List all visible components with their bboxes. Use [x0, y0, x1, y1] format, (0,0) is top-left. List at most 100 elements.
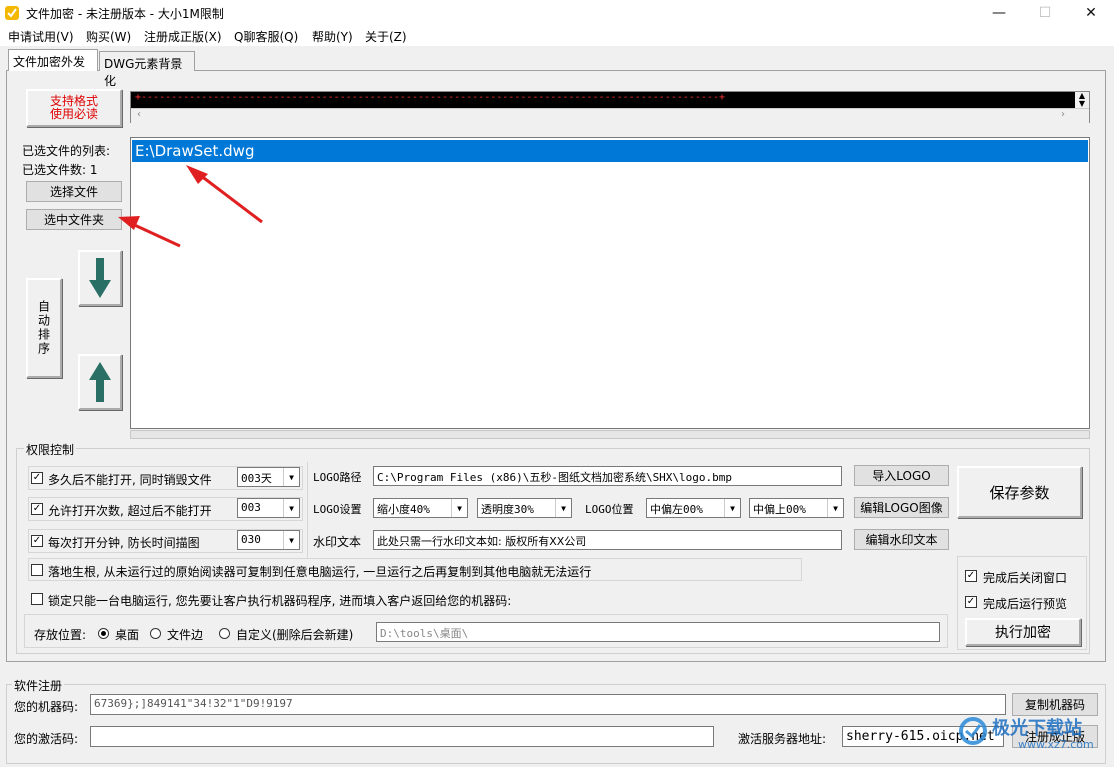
permissions-group-title: 权限控制: [24, 441, 77, 458]
logo-pos-top-value: 中偏上00%: [753, 503, 806, 516]
menu-register[interactable]: 注册成正版(X): [144, 28, 222, 45]
annotation-arrows: [118, 165, 263, 248]
supported-formats-button[interactable]: 支持格式 使用必读: [26, 89, 122, 127]
site-logo-icon: [959, 717, 987, 745]
tab-file-encrypt[interactable]: 文件加密外发: [8, 49, 98, 71]
run-encrypt-button[interactable]: 执行加密: [965, 618, 1081, 646]
chevron-down-icon: ▼: [724, 499, 740, 517]
logo-opacity-select[interactable]: 透明度30% ▼: [477, 498, 572, 518]
scroll-left-icon[interactable]: ‹: [137, 109, 141, 120]
marquee-text: +---------------------------------------…: [135, 92, 726, 103]
chevron-down-icon: ▼: [283, 468, 299, 486]
menu-help[interactable]: 帮助(Y): [312, 28, 353, 45]
marquee-box: +---------------------------------------…: [130, 91, 1090, 123]
preview-after-label: 完成后运行预览: [983, 597, 1068, 611]
root-option-label: 落地生根, 从未运行过的原始阅读器可复制到任意电脑运行, 一旦运行之后再复制到其…: [48, 565, 592, 579]
site-watermark-text: 极光下载站: [992, 718, 1082, 739]
minutes-value: 030: [241, 533, 261, 546]
close-after-checkbox[interactable]: ✓: [965, 570, 977, 582]
arrow-up-icon: [89, 362, 111, 402]
logo-scale-value: 缩小度40%: [377, 503, 430, 516]
divider: [307, 462, 308, 558]
menu-apply-trial[interactable]: 申请试用(V): [8, 28, 74, 45]
loc-custom-radio[interactable]: [219, 628, 230, 639]
select-folder-button[interactable]: 选中文件夹: [26, 209, 122, 230]
open-count-value: 003: [241, 501, 261, 514]
logo-path-label: LOGO路径: [313, 471, 362, 484]
logo-position-label: LOGO位置: [585, 503, 634, 516]
edit-logo-button[interactable]: 编辑LOGO图像: [854, 497, 949, 518]
file-list-hscrollbar[interactable]: [130, 430, 1090, 439]
menu-buy[interactable]: 购买(W): [86, 28, 131, 45]
lock-option-checkbox[interactable]: [31, 593, 43, 605]
chevron-down-icon: ▼: [555, 499, 571, 517]
loc-desktop-radio[interactable]: [98, 628, 109, 639]
logo-pos-left-value: 中偏左00%: [650, 503, 703, 516]
site-watermark: 极光下载站 www.xz7.com: [958, 714, 1108, 764]
close-after-label: 完成后关闭窗口: [983, 571, 1068, 585]
file-count-label: 已选文件数: 1: [22, 163, 98, 177]
server-address-label: 激活服务器地址:: [738, 732, 827, 746]
expire-label: 多久后不能打开, 同时销毁文件: [48, 473, 212, 487]
formats-line-2: 使用必读: [49, 107, 98, 121]
save-params-button[interactable]: 保存参数: [957, 466, 1082, 518]
registration-group-title: 软件注册: [12, 677, 65, 694]
maximize-button[interactable]: ☐: [1022, 0, 1068, 26]
close-button[interactable]: ✕: [1068, 0, 1114, 26]
loc-file-side-radio[interactable]: [150, 628, 161, 639]
custom-path-input[interactable]: D:\tools\桌面\: [376, 622, 940, 642]
chevron-down-icon: ▼: [827, 499, 843, 517]
loc-file-side-label: 文件边: [167, 628, 204, 642]
logo-opacity-value: 透明度30%: [481, 503, 534, 516]
tab-dwg-background[interactable]: DWG元素背景化: [99, 51, 195, 88]
marquee-hscrollbar[interactable]: ‹ ›: [131, 108, 1089, 123]
app-window: 文件加密 - 未注册版本 - 大小1M限制 — ☐ ✕ 申请试用(V) 购买(W…: [0, 0, 1114, 767]
import-logo-button[interactable]: 导入LOGO: [854, 465, 949, 486]
open-count-select[interactable]: 003 ▼: [237, 498, 300, 518]
chevron-down-icon: ▼: [451, 499, 467, 517]
minimize-button[interactable]: —: [976, 0, 1022, 26]
chevron-down-icon: ▼: [283, 499, 299, 517]
scroll-right-icon[interactable]: ›: [1061, 109, 1065, 120]
menu-about[interactable]: 关于(Z): [365, 28, 407, 45]
root-option-checkbox[interactable]: [31, 564, 43, 576]
menu-qq-support[interactable]: Q聊客服(Q): [234, 28, 298, 45]
loc-desktop-label: 桌面: [115, 628, 140, 642]
watermark-text-input[interactable]: 此处只需一行水印文本如: 版权所有XX公司: [373, 530, 842, 550]
open-count-label: 允许打开次数, 超过后不能打开: [48, 504, 212, 518]
site-watermark-url: www.xz7.com: [1018, 738, 1094, 751]
expire-days-select[interactable]: 003天 ▼: [237, 467, 300, 487]
edit-watermark-button[interactable]: 编辑水印文本: [854, 529, 949, 550]
minutes-checkbox[interactable]: ✓: [31, 535, 43, 547]
chevron-down-icon: ▼: [283, 531, 299, 549]
move-up-button[interactable]: [78, 354, 122, 410]
arrow-down-icon: [89, 258, 111, 298]
preview-after-checkbox[interactable]: ✓: [965, 596, 977, 608]
logo-scale-select[interactable]: 缩小度40% ▼: [373, 498, 468, 518]
watermark-label: 水印文本: [313, 535, 362, 549]
marquee-vscroll[interactable]: ▲ ▼: [1075, 92, 1089, 108]
logo-pos-top-select[interactable]: 中偏上00% ▼: [749, 498, 844, 518]
select-file-button[interactable]: 选择文件: [26, 181, 122, 202]
logo-path-input[interactable]: C:\Program Files (x86)\五秒-图纸文档加密系统\SHX\l…: [373, 466, 842, 486]
expire-checkbox[interactable]: ✓: [31, 472, 43, 484]
window-title: 文件加密 - 未注册版本 - 大小1M限制: [26, 7, 224, 21]
lock-option-label: 锁定只能一台电脑运行, 您先要让客户执行机器码程序, 进而填入客户返回给您的机器…: [48, 594, 512, 608]
copy-machine-code-button[interactable]: 复制机器码: [1012, 693, 1098, 716]
machine-code-input[interactable]: 67369};]849141"34!32"1"D9!9197: [90, 694, 1006, 715]
minutes-label: 每次打开分钟, 防长时间描图: [48, 536, 200, 550]
expire-days-value: 003天: [241, 472, 272, 485]
file-list[interactable]: E:\DrawSet.dwg: [130, 137, 1090, 429]
activation-code-input[interactable]: [90, 726, 714, 747]
app-icon: [5, 6, 19, 20]
minutes-select[interactable]: 030 ▼: [237, 530, 300, 550]
activation-code-label: 您的激活码:: [14, 732, 79, 746]
open-count-checkbox[interactable]: ✓: [31, 503, 43, 515]
logo-settings-label: LOGO设置: [313, 503, 362, 516]
file-list-label: 已选文件的列表:: [22, 144, 111, 158]
logo-pos-left-select[interactable]: 中偏左00% ▼: [646, 498, 741, 518]
auto-sort-button[interactable]: 自动排序: [26, 278, 62, 378]
move-down-button[interactable]: [78, 250, 122, 306]
machine-code-label: 您的机器码:: [14, 700, 79, 714]
file-list-item[interactable]: E:\DrawSet.dwg: [132, 140, 1088, 162]
